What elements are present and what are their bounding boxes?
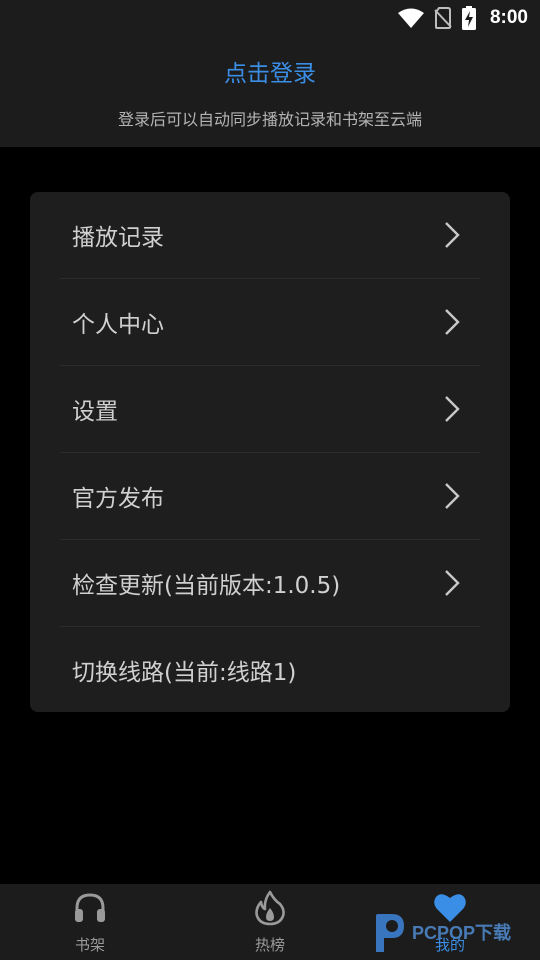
login-link[interactable]: 点击登录 <box>0 54 540 88</box>
battery-charging-icon <box>461 6 476 30</box>
login-header: 点击登录 登录后可以自动同步播放记录和书架至云端 <box>0 36 540 147</box>
nav-tab-label: 热榜 <box>254 936 285 954</box>
menu-item-play-history[interactable]: 播放记录 <box>60 192 480 279</box>
status-time: 8:00 <box>489 7 528 28</box>
wifi-icon <box>397 8 424 28</box>
watermark-text: PCPOP下载 <box>412 923 512 943</box>
status-bar: 8:00 <box>0 0 540 36</box>
menu-card: 播放记录 个人中心 设置 官方发布 检查更新(当前版本:1.0.5) 切换线路(… <box>30 192 510 712</box>
chevron-right-icon <box>445 483 460 509</box>
menu-item-label: 切换线路(当前:线路1) <box>72 660 297 686</box>
pcpop-logo-icon <box>376 914 404 952</box>
nav-tab-label: 书架 <box>74 936 105 954</box>
nav-tab-bookshelf[interactable]: 书架 <box>0 884 180 960</box>
menu-item-label: 个人中心 <box>72 312 164 338</box>
menu-item-user-center[interactable]: 个人中心 <box>60 279 480 366</box>
menu-item-switch-route[interactable]: 切换线路(当前:线路1) <box>60 627 480 713</box>
menu-item-label: 设置 <box>72 399 118 425</box>
app-screen: 8:00 点击登录 登录后可以自动同步播放记录和书架至云端 播放记录 个人中心 … <box>0 0 540 960</box>
menu-item-label: 检查更新(当前版本:1.0.5) <box>72 573 341 599</box>
menu-item-check-update[interactable]: 检查更新(当前版本:1.0.5) <box>60 540 480 627</box>
nav-tab-hot-list[interactable]: 热榜 <box>180 884 360 960</box>
menu-item-settings[interactable]: 设置 <box>60 366 480 453</box>
no-sim-icon <box>434 7 452 29</box>
headphones-icon <box>75 893 105 922</box>
chevron-right-icon <box>445 396 460 422</box>
flame-icon <box>255 890 285 926</box>
status-icons: 8:00 <box>397 5 528 31</box>
menu-item-official-release[interactable]: 官方发布 <box>60 453 480 540</box>
login-hint: 登录后可以自动同步播放记录和书架至云端 <box>117 110 422 129</box>
chevron-right-icon <box>445 570 460 596</box>
chevron-right-icon <box>445 309 460 335</box>
menu-item-label: 官方发布 <box>72 486 164 512</box>
chevron-right-icon <box>445 222 460 248</box>
watermark: PCPOP下载 <box>372 910 511 954</box>
menu-item-label: 播放记录 <box>72 225 164 251</box>
